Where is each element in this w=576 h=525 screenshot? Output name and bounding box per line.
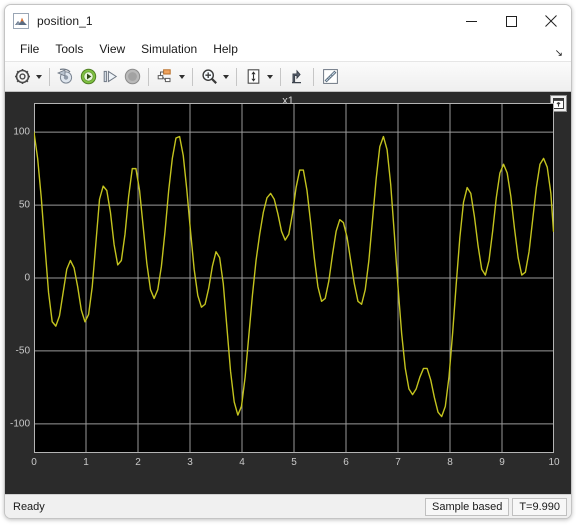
menu-tools[interactable]: Tools	[48, 40, 90, 58]
toolbar-group-print	[11, 65, 44, 89]
waveform-plot	[34, 103, 554, 453]
lock-axes-icon[interactable]	[286, 66, 308, 88]
x-tick-label: 8	[447, 457, 453, 468]
minimize-icon[interactable]	[451, 5, 491, 37]
y-tick-label: 50	[18, 199, 30, 211]
window-title: position_1	[37, 14, 93, 28]
x-tick-label: 1	[83, 457, 89, 468]
y-tick-label: 100	[13, 126, 30, 138]
scope-window: position_1 File Tools View Simulation He…	[4, 4, 572, 519]
scope-display: x1 100 50 0 -50 -100 0 1 2 3 4 5 6 7 8 9 10	[5, 92, 571, 494]
x-tick-label: 0	[31, 457, 37, 468]
matlab-membrane-icon	[13, 13, 29, 29]
status-frame-mode: Sample based	[425, 497, 510, 516]
x-tick-label: 6	[343, 457, 349, 468]
menu-overflow-icon[interactable]: ↘	[555, 49, 563, 59]
x-tick-label: 3	[187, 457, 193, 468]
menu-simulation[interactable]: Simulation	[134, 40, 204, 58]
menu-bar: File Tools View Simulation Help ↘	[5, 37, 571, 62]
print-configuration-caret[interactable]	[33, 66, 44, 88]
x-tick-label: 10	[548, 457, 560, 468]
toolbar-group-run	[55, 65, 143, 89]
run-icon[interactable]	[77, 66, 99, 88]
toolbar-group-measurements	[319, 65, 341, 89]
toolbar-separator	[280, 67, 281, 86]
plot-area[interactable]: 100 50 0 -50 -100 0 1 2 3 4 5 6 7 8 9 10	[10, 103, 560, 468]
x-tick-label: 7	[395, 457, 401, 468]
toolbar-group-autoscale	[242, 65, 275, 89]
run-back-to-start-icon[interactable]	[55, 66, 77, 88]
signal-selection-caret[interactable]	[176, 66, 187, 88]
stop-icon[interactable]	[121, 66, 143, 88]
status-text: Ready	[13, 500, 45, 513]
toolbar-group-zoom	[198, 65, 231, 89]
autoscale-icon[interactable]	[242, 66, 264, 88]
toolbar-separator	[49, 67, 50, 86]
y-tick-label: -50	[15, 345, 30, 357]
title-bar: position_1	[5, 5, 571, 37]
menu-view[interactable]: View	[92, 40, 132, 58]
toolbar	[5, 62, 571, 92]
toolbar-separator	[192, 67, 193, 86]
toolbar-separator	[236, 67, 237, 86]
menu-help[interactable]: Help	[206, 40, 245, 58]
zoom-in-icon[interactable]	[198, 66, 220, 88]
signal-selection-icon[interactable]	[154, 66, 176, 88]
menu-file[interactable]: File	[13, 40, 46, 58]
toolbar-separator	[148, 67, 149, 86]
x-tick-label: 2	[135, 457, 141, 468]
measurements-icon[interactable]	[319, 66, 341, 88]
autoscale-caret[interactable]	[264, 66, 275, 88]
zoom-in-caret[interactable]	[220, 66, 231, 88]
y-tick-label: -100	[9, 418, 30, 430]
toolbar-separator	[313, 67, 314, 86]
status-time: T=9.990	[512, 497, 567, 516]
status-cells: Sample based T=9.990	[422, 497, 567, 516]
close-icon[interactable]	[531, 5, 571, 37]
step-forward-icon[interactable]	[99, 66, 121, 88]
status-bar: Ready Sample based T=9.990	[5, 494, 571, 518]
y-tick-label: 0	[24, 272, 30, 284]
toolbar-group-lock	[286, 65, 308, 89]
x-tick-label: 9	[499, 457, 505, 468]
x-tick-label: 4	[239, 457, 245, 468]
toolbar-group-signal	[154, 65, 187, 89]
print-configuration-icon[interactable]	[11, 66, 33, 88]
maximize-icon[interactable]	[491, 5, 531, 37]
x-tick-label: 5	[291, 457, 297, 468]
window-controls	[451, 5, 571, 37]
